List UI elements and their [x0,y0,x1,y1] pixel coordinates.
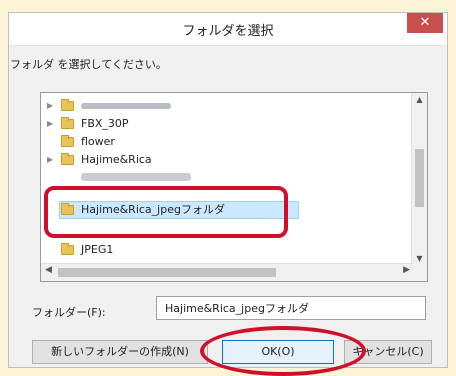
horizontal-scrollbar[interactable]: ◀ ▶ [41,263,414,281]
scroll-right-icon[interactable]: ▶ [403,265,410,275]
tree-row-fbx[interactable]: ▶ FBX_30P [41,115,397,133]
scroll-down-icon[interactable]: ▼ [412,254,427,263]
vertical-scrollbar[interactable]: ▲ ▼ [411,93,427,265]
dialog-title: フォルダを選択 [182,24,274,39]
scroll-left-icon[interactable]: ◀ [45,265,52,275]
close-icon: ✕ [419,15,431,30]
chevron-right-icon[interactable]: ▶ [47,97,53,115]
vertical-scroll-thumb[interactable] [415,149,424,207]
chevron-right-icon[interactable]: ▶ [47,115,53,133]
horizontal-scroll-thumb[interactable] [58,268,276,277]
tree-row-partial[interactable] [41,169,397,181]
folder-icon [61,99,74,111]
highlight-ellipse [200,326,366,376]
instruction-text: フォルダ を選択してください。 [10,58,167,71]
blurred-label [81,103,171,109]
scroll-up-icon[interactable]: ▲ [412,95,427,104]
tree-row-hajime-rica[interactable]: ▶ Hajime&Rica [41,151,397,169]
folder-icon [61,243,74,255]
tree-item-label: JPEG1 [81,243,114,256]
tree-row-hidden[interactable]: ▶ [41,97,397,115]
tree-row-jpeg1[interactable]: JPEG1 [41,241,397,259]
scroll-corner [412,264,427,281]
close-button[interactable]: ✕ [407,13,443,33]
highlight-box [44,186,288,238]
new-folder-button[interactable]: 新しいフォルダーの作成(N) [32,340,208,364]
folder-icon [61,117,74,129]
folder-name-input[interactable] [156,296,426,320]
chevron-right-icon[interactable]: ▶ [47,151,53,169]
tree-item-label: Hajime&Rica [81,153,152,166]
tree-item-label: FBX_30P [81,117,129,130]
tree-item-label: flower [81,135,115,148]
title-bar: フォルダを選択 ✕ [9,13,447,46]
tree-row-flower[interactable]: flower [41,133,397,151]
folder-icon [61,135,74,147]
folder-field-label: フォルダー(F): [32,306,106,319]
blurred-label [81,173,191,181]
folder-icon [61,153,74,165]
